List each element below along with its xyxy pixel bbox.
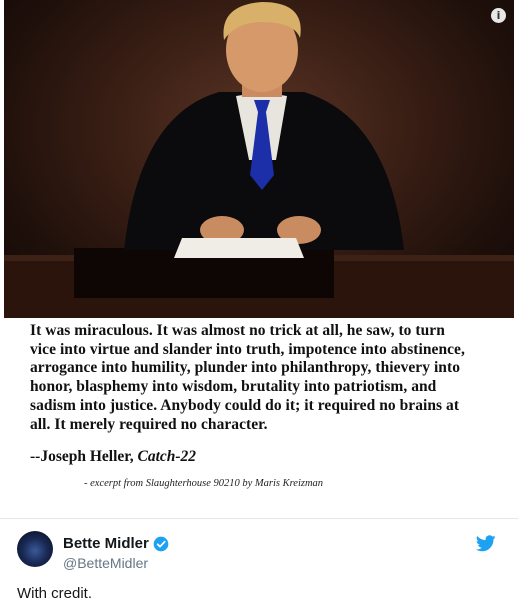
quote-line: It was miraculous. It was almost no tric…: [30, 322, 445, 339]
divider: [0, 518, 518, 519]
quote-attribution: --Joseph Heller, Catch-22: [30, 448, 196, 466]
portrait-illustration: [4, 2, 514, 318]
verified-badge-icon: [153, 536, 169, 551]
name-row: Bette Midler: [63, 535, 169, 552]
handle[interactable]: @BetteMidler: [63, 555, 148, 571]
quote-text: It was miraculous. It was almost no tric…: [30, 322, 500, 434]
attribution-author: --Joseph Heller,: [30, 448, 138, 465]
avatar[interactable]: [17, 531, 53, 567]
tweet-text: With credit.: [17, 585, 93, 602]
tweet-card: i It was miraculous. It was almost no tr…: [0, 0, 518, 610]
quote-line: all. It merely required no character.: [30, 415, 268, 433]
display-name[interactable]: Bette Midler: [63, 535, 149, 552]
quote-line: sadism into justice. Anybody could do it…: [30, 396, 460, 414]
twitter-bird-icon[interactable]: [476, 535, 496, 552]
tweet-image[interactable]: i: [4, 0, 514, 318]
info-icon[interactable]: i: [491, 8, 506, 23]
excerpt-credit: - excerpt from Slaughterhouse 90210 by M…: [84, 478, 324, 489]
quote-line: arrogance into humility, plunder into ph…: [30, 359, 460, 377]
attribution-title: Catch-22: [137, 448, 197, 465]
quote-line: honor, blasphemy into wisdom, brutality …: [30, 378, 437, 396]
quote-block: It was miraculous. It was almost no tric…: [4, 318, 514, 516]
quote-line: vice into virtue and slander into truth,…: [30, 340, 465, 358]
papers: [174, 238, 304, 258]
tweet-header: Bette Midler @BetteMidler: [0, 525, 518, 575]
